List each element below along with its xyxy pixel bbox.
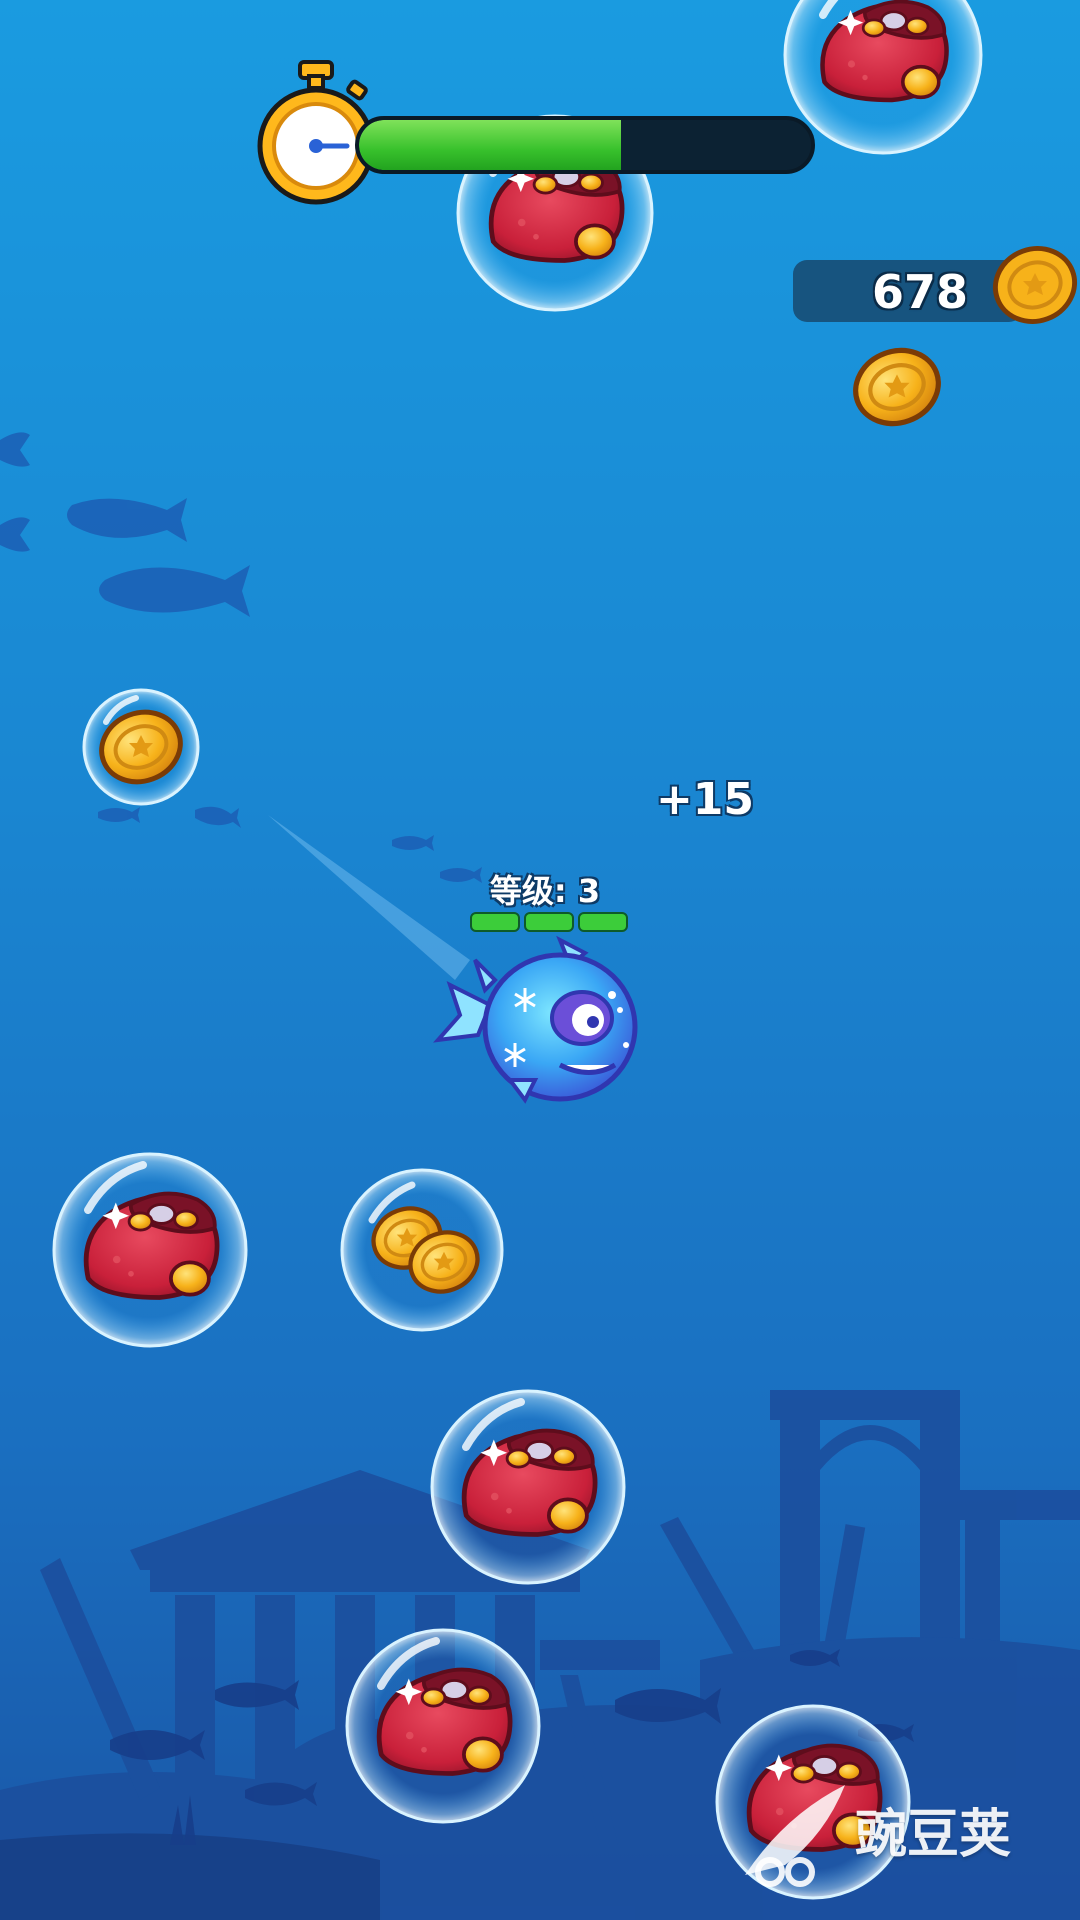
player-fish[interactable] (430, 925, 640, 1125)
bubble-treasure (430, 1389, 626, 1585)
game-scene[interactable]: 678 +15 等级: 3 豌豆荚 (0, 0, 1080, 1920)
timer-bar (355, 116, 815, 174)
bubble-coin-stack (340, 1168, 504, 1332)
timer-bar-fill (359, 120, 622, 170)
score-gain-popup: +15 (655, 774, 755, 825)
bubble-treasure (345, 1628, 541, 1824)
bubble-treasure (52, 1152, 248, 1348)
player-level-bar (470, 912, 628, 932)
watermark-text: 豌豆荚 (855, 1805, 1012, 1865)
bubble-coin (82, 688, 200, 806)
coin-count: 678 (871, 265, 969, 319)
loose-coin (845, 339, 948, 435)
level-bar-segment (470, 912, 520, 932)
gold-coin-icon (992, 246, 1078, 324)
player-level-label: 等级: 3 (489, 872, 601, 910)
level-bar-segment (524, 912, 574, 932)
level-bar-segment (578, 912, 628, 932)
bubble-treasure (783, 0, 983, 155)
watermark-logo-icon (745, 1785, 845, 1887)
